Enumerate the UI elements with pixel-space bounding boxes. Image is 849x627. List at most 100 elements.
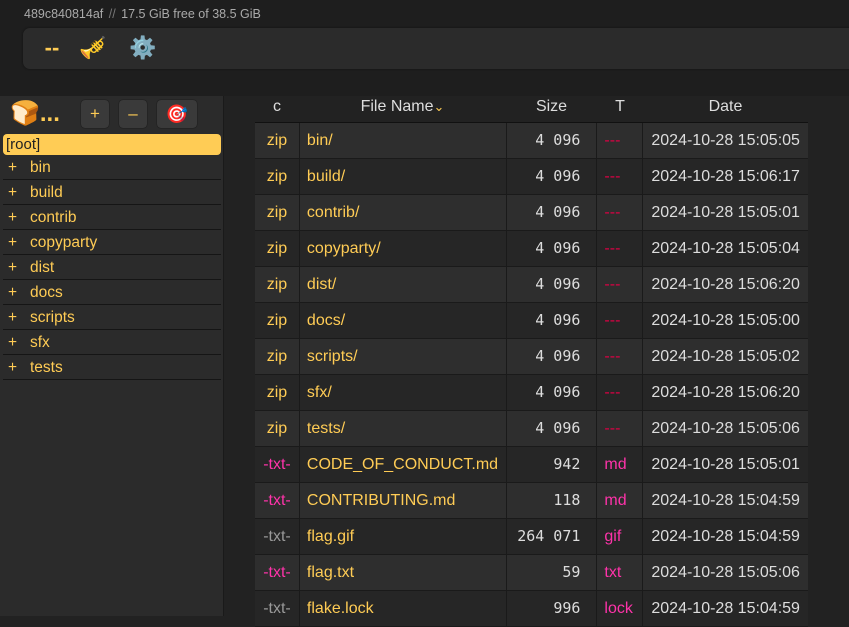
file-date: 2024-10-28 15:06:20 [651,276,800,293]
file-date: 2024-10-28 15:05:04 [651,240,800,257]
tree-item-scripts[interactable]: + scripts [3,306,221,330]
file-name-link[interactable]: flag.gif [300,519,507,554]
table-row[interactable]: -txt- CODE_OF_CONDUCT.md 942 md 2024-10-28 1… [255,447,808,483]
file-date: 2024-10-28 15:04:59 [651,600,800,617]
file-name-link[interactable]: docs/ [300,303,507,338]
file-name-link[interactable]: CONTRIBUTING.md [300,483,507,518]
file-type: --- [597,231,644,266]
file-size: 4 096 [507,375,598,410]
breadcrumb[interactable]: 🍞... [10,100,60,128]
table-row[interactable]: -txt-flag.txt 59 txt 2024-10-28 15:05:06 [255,555,808,591]
file-date: 2024-10-28 15:06:20 [651,384,800,401]
tree-item-docs[interactable]: + docs [3,281,221,305]
file-size: 4 096 [507,159,598,194]
table-row[interactable]: zip bin/4 096 --- 2024-10-28 15:05:05 [255,123,808,159]
server-separator: // [108,7,116,21]
expand-icon[interactable]: + [3,206,30,229]
tree-expand-button[interactable]: + [81,100,109,128]
tree-item-sfx[interactable]: + sfx [3,331,221,355]
file-date: 2024-10-28 15:06:17 [651,168,800,185]
table-row[interactable]: -txt-flag.gif 264 071 gif 2024-10-28 15:04:… [255,519,808,555]
tree-item-tests[interactable]: + tests [3,356,221,380]
table-header: c File Name⌄ Size T Date [255,96,808,123]
table-row[interactable]: zip contrib/4 096 --- 2024-10-28 15:05:01 [255,195,808,231]
table-row[interactable]: zip sfx/4 096 --- 2024-10-28 15:06:20 [255,375,808,411]
tree-item-copyparty[interactable]: + copyparty [3,231,221,255]
row-action-link[interactable]: -txt- [255,591,300,626]
file-size: 4 096 [507,267,598,302]
file-name-link[interactable]: copyparty/ [300,231,507,266]
target-icon[interactable]: 🎯 [157,100,197,128]
row-action-link[interactable]: zip [255,231,300,266]
row-action-link[interactable]: -txt- [255,519,300,554]
table-row[interactable]: zip docs/4 096 --- 2024-10-28 15:05:00 [255,303,808,339]
expand-icon[interactable]: + [3,281,30,304]
table-row[interactable]: zip tests/4 096 --- 2024-10-28 15:05:06 [255,411,808,447]
tree-item-label: docs [30,284,63,301]
row-action-link[interactable]: zip [255,375,300,410]
disk-space: 17.5 GiB free of 38.5 GiB [121,7,261,21]
file-size: 4 096 [507,411,598,446]
column-header-type[interactable]: T [597,96,643,122]
file-date: 2024-10-28 15:05:02 [651,348,800,365]
file-type: --- [597,339,644,374]
row-action-link[interactable]: zip [255,267,300,302]
row-action-link[interactable]: -txt- [255,483,300,518]
expand-icon[interactable]: + [3,306,30,329]
file-name-link[interactable]: build/ [300,159,507,194]
expand-icon[interactable]: + [3,256,30,279]
file-name-link[interactable]: bin/ [300,123,507,158]
expand-icon[interactable]: + [3,181,30,204]
table-row[interactable]: zip copyparty/4 096 --- 2024-10-28 15:05:04 [255,231,808,267]
column-header-name[interactable]: File Name⌄ [299,96,506,122]
trumpet-icon[interactable]: 🎺 [77,32,109,64]
file-size: 118 [507,483,598,518]
file-name-link[interactable]: flake.lock [300,591,507,626]
tree-item-root[interactable]: [root] [3,134,221,155]
ops-dash-button[interactable]: -- [41,32,63,64]
expand-icon[interactable]: + [3,156,30,179]
tree-item-dist[interactable]: + dist [3,256,221,280]
column-header-size[interactable]: Size [506,96,597,122]
table-row[interactable]: -txt-flake.lock 996 lock 2024-10-28 15:04:5… [255,591,808,627]
file-date: 2024-10-28 15:05:06 [651,564,800,581]
column-header-date[interactable]: Date [643,96,808,122]
tree-collapse-button[interactable]: – [119,100,147,128]
table-row[interactable]: zip build/4 096 --- 2024-10-28 15:06:17 [255,159,808,195]
expand-icon[interactable]: + [3,331,30,354]
tree-item-label: tests [30,359,63,376]
table-row[interactable]: zip dist/4 096 --- 2024-10-28 15:06:20 [255,267,808,303]
gear-icon[interactable]: ⚙️ [127,32,159,64]
row-action-link[interactable]: zip [255,303,300,338]
tree-item-contrib[interactable]: + contrib [3,206,221,230]
tree-item-label: dist [30,259,55,276]
file-name-link[interactable]: CODE_OF_CONDUCT.md [300,447,507,482]
row-action-link[interactable]: zip [255,339,300,374]
column-header-c[interactable]: c [255,96,299,122]
row-action-link[interactable]: -txt- [255,447,300,482]
expand-icon[interactable]: + [3,356,30,379]
tree-item-build[interactable]: + build [3,181,221,205]
file-type: --- [597,159,644,194]
file-date: 2024-10-28 15:05:05 [651,132,800,149]
row-action-link[interactable]: zip [255,159,300,194]
file-date: 2024-10-28 15:04:59 [651,492,800,509]
expand-icon[interactable]: + [3,231,30,254]
file-name-link[interactable]: tests/ [300,411,507,446]
file-type: --- [597,195,644,230]
row-action-link[interactable]: zip [255,123,300,158]
table-row[interactable]: zip scripts/4 096 --- 2024-10-28 15:05:02 [255,339,808,375]
file-name-link[interactable]: contrib/ [300,195,507,230]
file-name-link[interactable]: sfx/ [300,375,507,410]
tree-item-label: copyparty [30,234,98,251]
table-row[interactable]: -txt- CONTRIBUTING.md 118 md 2024-10-28 15:0… [255,483,808,519]
top-bar: 489c840814af // 17.5 GiB free of 38.5 Gi… [0,0,849,96]
file-name-link[interactable]: flag.txt [300,555,507,590]
row-action-link[interactable]: -txt- [255,555,300,590]
row-action-link[interactable]: zip [255,195,300,230]
row-action-link[interactable]: zip [255,411,300,446]
tree-item-bin[interactable]: + bin [3,156,221,180]
file-name-link[interactable]: dist/ [300,267,507,302]
file-name-link[interactable]: scripts/ [300,339,507,374]
file-size: 4 096 [507,303,598,338]
